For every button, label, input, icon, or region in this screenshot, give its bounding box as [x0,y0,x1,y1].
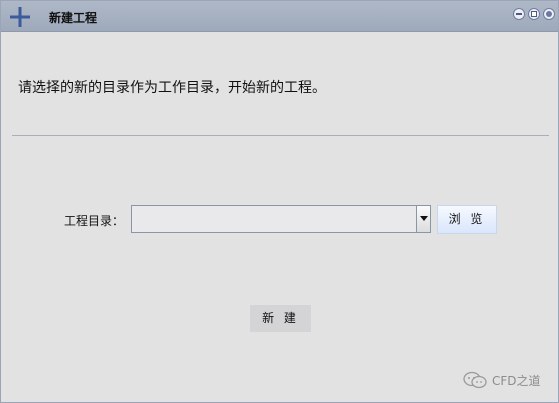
directory-combobox[interactable] [131,205,431,233]
window-controls [513,8,555,20]
chevron-down-icon [420,216,428,221]
instruction-text: 请选择的新的目录作为工作目录，开始新的工程。 [18,80,326,96]
create-button[interactable]: 新 建 [250,305,311,332]
maximize-button[interactable] [528,8,540,20]
plus-icon [10,7,30,27]
directory-label: 工程目录： [64,214,125,228]
watermark-text: CFD之道 [492,373,541,388]
watermark: CFD之道 [463,371,541,389]
window-title: 新建工程 [49,11,98,25]
wechat-icon [463,371,487,389]
maximize-icon [531,11,537,17]
browse-button[interactable]: 浏 览 [437,205,497,234]
minimize-icon [516,13,522,15]
new-project-window: 新建工程 请选择的新的目录作为工作目录，开始新的工程。 工程目录： 浏 览 新 … [0,0,559,403]
close-icon [546,11,552,17]
close-button[interactable] [543,8,555,20]
divider [12,135,549,136]
minimize-button[interactable] [513,8,525,20]
directory-dropdown-button[interactable] [416,206,430,232]
title-bar[interactable]: 新建工程 [1,1,558,32]
